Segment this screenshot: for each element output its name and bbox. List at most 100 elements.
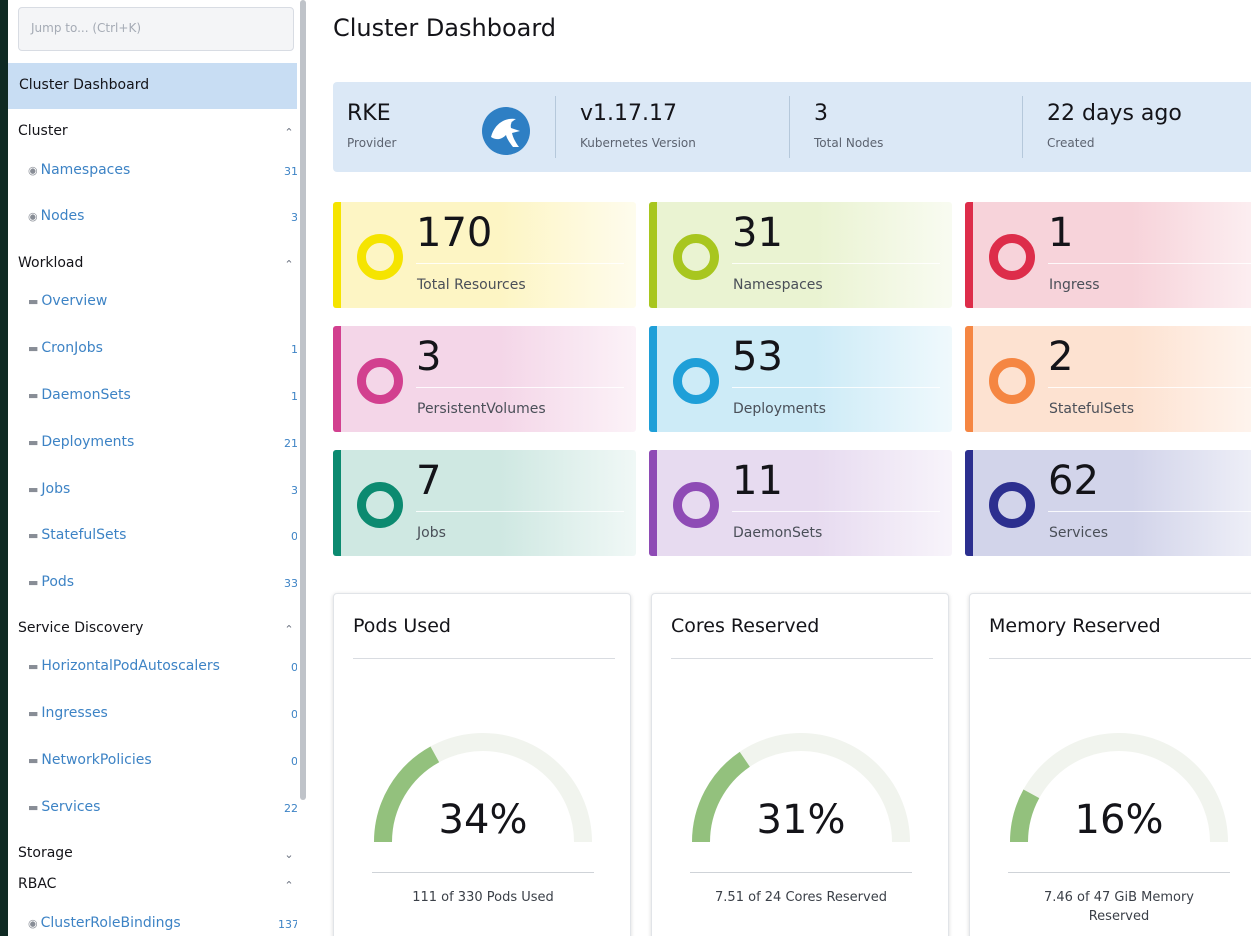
sidebar-item-networkpolicies[interactable]: ▬ NetworkPolicies [28,752,152,768]
cores-reserved-card: Cores Reserved 31% 7.51 of 24 Cores Rese… [651,593,949,936]
folder-icon: ▬ [28,483,39,496]
card-divider [732,263,940,264]
sidebar-item-services[interactable]: ▬ Services [28,799,100,815]
gauge-divider [1008,872,1230,873]
card-accent-bar [649,202,657,308]
gauge-title: Memory Reserved [989,615,1161,637]
cluster-info-bar: RKE Provider v1.17.17 Kubernetes Version… [333,82,1251,172]
sidebar-group-rbac[interactable]: RBAC [18,876,56,892]
card-divider [1048,263,1251,264]
page-title: Cluster Dashboard [333,14,557,42]
card-accent-bar [649,326,657,432]
sidebar-group-workload[interactable]: Workload [18,255,83,271]
jump-to-input[interactable]: Jump to... (Ctrl+K) [18,7,294,51]
folder-icon: ▬ [28,436,39,449]
folder-icon: ▬ [28,801,39,814]
gauge-divider [671,658,933,659]
chevron-up-icon[interactable]: ⌃ [280,623,298,636]
resource-count: 170 [416,210,493,256]
sidebar-item-count: 22 [284,802,298,815]
sidebar-item-label: ClusterRoleBindings [40,915,181,931]
sidebar-group-service-discovery[interactable]: Service Discovery [18,620,143,636]
sidebar-item-count: 1 [291,343,298,356]
gauge-divider [989,658,1251,659]
persistentvolumes-card[interactable]: 3 PersistentVolumes [333,326,636,432]
jobs-card[interactable]: 7 Jobs [333,450,636,556]
statefulsets-card[interactable]: 2 StatefulSets [965,326,1251,432]
gauge-percent: 34% [438,797,528,843]
sidebar-item-count: 1 [291,390,298,403]
kubernetes-version-label: Kubernetes Version [580,136,696,150]
resource-label: PersistentVolumes [417,401,546,417]
sidebar-item-cronjobs[interactable]: ▬ CronJobs [28,340,103,356]
sidebar-item-count: 137 [278,918,299,931]
globe-icon: ◉ [28,210,38,223]
sidebar-item-horizontalpodautoscalers[interactable]: ▬ HorizontalPodAutoscalers [28,658,220,674]
card-accent-bar [965,202,973,308]
card-accent-bar [333,326,341,432]
sidebar-group-cluster[interactable]: Cluster [18,123,68,139]
sidebar-item-pods[interactable]: ▬ Pods [28,574,74,590]
card-divider [1048,511,1251,512]
ring-icon [357,234,403,280]
namespaces-card[interactable]: 31 Namespaces [649,202,952,308]
chevron-down-icon[interactable]: ⌄ [280,848,298,861]
folder-icon: ▬ [28,529,39,542]
provider-label: Provider [347,136,397,150]
ring-icon [989,234,1035,280]
gauge-percent: 31% [756,797,846,843]
card-divider [416,263,624,264]
resource-label: Ingress [1049,277,1100,293]
sidebar-item-jobs[interactable]: ▬ Jobs [28,481,70,497]
resource-count: 7 [416,458,442,504]
sidebar-item-ingresses[interactable]: ▬ Ingresses [28,705,108,721]
resource-label: Total Resources [417,277,526,293]
card-accent-bar [333,450,341,556]
card-accent-bar [965,450,973,556]
services-card[interactable]: 62 Services [965,450,1251,556]
sidebar-item-nodes[interactable]: ◉ Nodes [28,208,84,224]
ring-icon [989,358,1035,404]
rke-provider-logo [482,107,530,155]
folder-icon: ▬ [28,754,39,767]
sidebar-item-count: 21 [284,437,298,450]
deployments-card[interactable]: 53 Deployments [649,326,952,432]
sidebar-item-count: 0 [291,755,298,768]
card-accent-bar [333,202,341,308]
sidebar-item-cluster-dashboard-label: Cluster Dashboard [19,77,150,93]
sidebar-item-label: StatefulSets [41,527,127,543]
card-divider [1048,387,1251,388]
total-nodes-label: Total Nodes [814,136,884,150]
sidebar-item-label: NetworkPolicies [41,752,152,768]
sidebar-item-count: 3 [291,484,298,497]
sidebar-group-storage[interactable]: Storage [18,845,73,861]
sidebar-item-label: DaemonSets [41,387,131,403]
sidebar-item-overview[interactable]: ▬ Overview [28,293,107,309]
resource-label: Services [1049,525,1109,541]
chevron-up-icon[interactable]: ⌃ [280,126,298,139]
sidebar-item-count: 3 [291,211,298,224]
sidebar-item-label: Overview [41,293,108,309]
sidebar-item-daemonsets[interactable]: ▬ DaemonSets [28,387,131,403]
sidebar-scrollbar[interactable] [300,0,306,800]
resource-label: Namespaces [733,277,823,293]
card-divider [732,387,940,388]
folder-icon: ▬ [28,707,39,720]
globe-icon: ◉ [28,917,38,930]
sidebar-item-label: Pods [41,574,75,590]
total-resources-card[interactable]: 170 Total Resources [333,202,636,308]
sidebar-item-namespaces[interactable]: ◉ Namespaces [28,162,130,178]
sidebar-item-clusterrolebindings[interactable]: ◉ ClusterRoleBindings [28,915,181,931]
ingress-card[interactable]: 1 Ingress [965,202,1251,308]
chevron-up-icon[interactable]: ⌃ [280,258,298,271]
ring-icon [357,482,403,528]
gauge-subtext: 7.46 of 47 GiB Memory Reserved [1043,890,1195,924]
chevron-up-icon[interactable]: ⌃ [280,879,298,892]
resource-label: StatefulSets [1049,401,1135,417]
daemonsets-card[interactable]: 11 DaemonSets [649,450,952,556]
memory-reserved-card: Memory Reserved 16% 7.46 of 47 GiB Memor… [969,593,1251,936]
info-divider [789,96,790,158]
resource-label: Jobs [417,525,446,541]
sidebar-item-deployments[interactable]: ▬ Deployments [28,434,134,450]
sidebar-item-statefulsets[interactable]: ▬ StatefulSets [28,527,126,543]
